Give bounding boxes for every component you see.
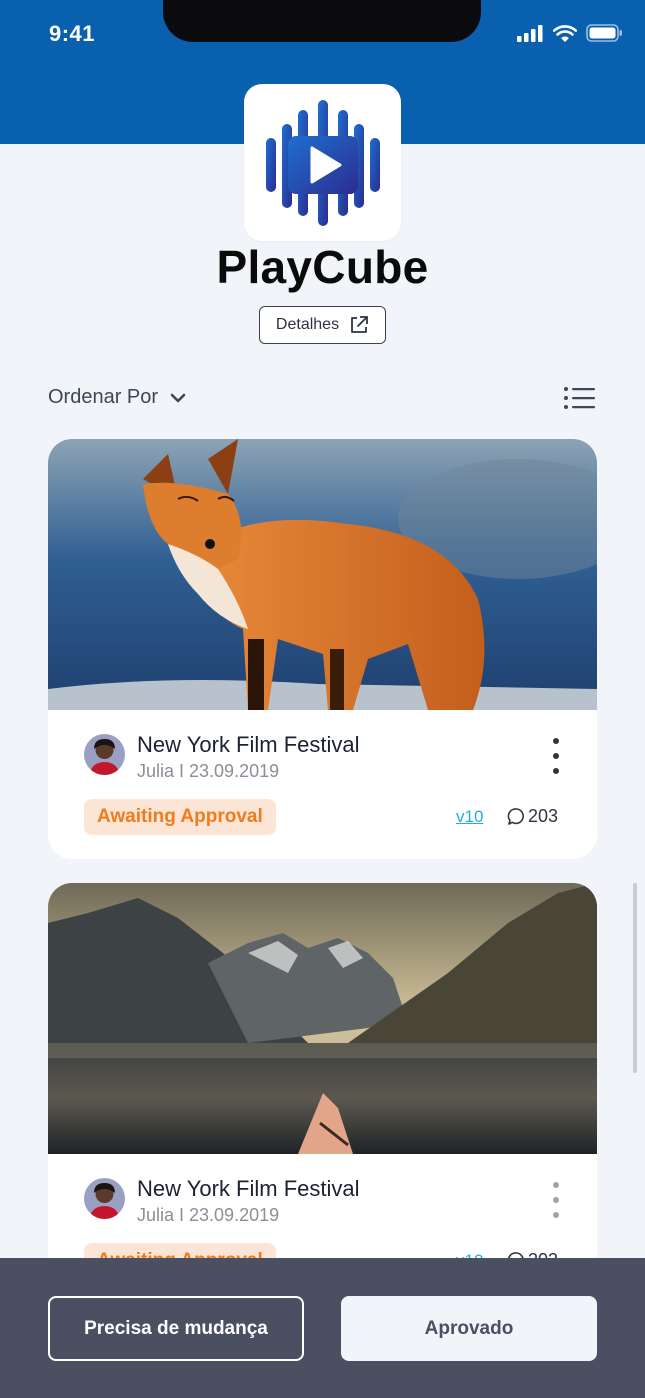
more-vertical-icon[interactable] [546, 1182, 566, 1218]
comment-count-value: 203 [528, 806, 559, 826]
more-vertical-icon[interactable] [546, 738, 566, 774]
project-card[interactable]: New York Film Festival Julia I 23.09.201… [48, 439, 597, 859]
playcube-logo-icon [265, 99, 380, 226]
status-badge: Awaiting Approval [84, 799, 276, 835]
comment-icon [507, 808, 524, 825]
comment-count[interactable]: 203 [507, 806, 558, 827]
chevron-down-icon [170, 393, 186, 402]
status-time: 9:41 [49, 21, 96, 46]
scrollbar[interactable] [633, 883, 637, 1073]
avatar [84, 734, 125, 775]
sort-label: Ordenar Por [48, 386, 159, 408]
fjord-kayak-photo [48, 883, 597, 1154]
sort-dropdown[interactable]: Ordenar Por [48, 386, 186, 409]
device-notch [163, 0, 481, 42]
app-title: PlayCube [216, 241, 429, 293]
avatar [84, 1178, 125, 1219]
card-title: New York Film Festival [137, 1176, 360, 1201]
fox-photo [48, 439, 597, 710]
approve-button[interactable]: Aprovado [341, 1296, 597, 1361]
external-link-icon [351, 316, 368, 333]
card-meta: Julia I 23.09.2019 [137, 1205, 280, 1225]
status-icons [517, 24, 623, 42]
details-label: Detalhes [275, 316, 340, 333]
details-button[interactable]: Detalhes [259, 306, 386, 344]
project-card[interactable]: New York Film Festival Julia I 23.09.201… [48, 883, 597, 1303]
app-logo [244, 84, 401, 241]
battery-icon [586, 24, 622, 42]
wifi-icon [553, 24, 577, 42]
card-body: New York Film Festival Julia I 23.09.201… [48, 710, 597, 859]
version-link[interactable]: v10 [456, 807, 483, 827]
card-title: New York Film Festival [137, 732, 360, 757]
card-meta: Julia I 23.09.2019 [137, 761, 280, 781]
needs-change-button[interactable]: Precisa de mudança [48, 1296, 304, 1361]
list-view-icon[interactable] [563, 385, 595, 411]
signal-icon [517, 24, 543, 42]
